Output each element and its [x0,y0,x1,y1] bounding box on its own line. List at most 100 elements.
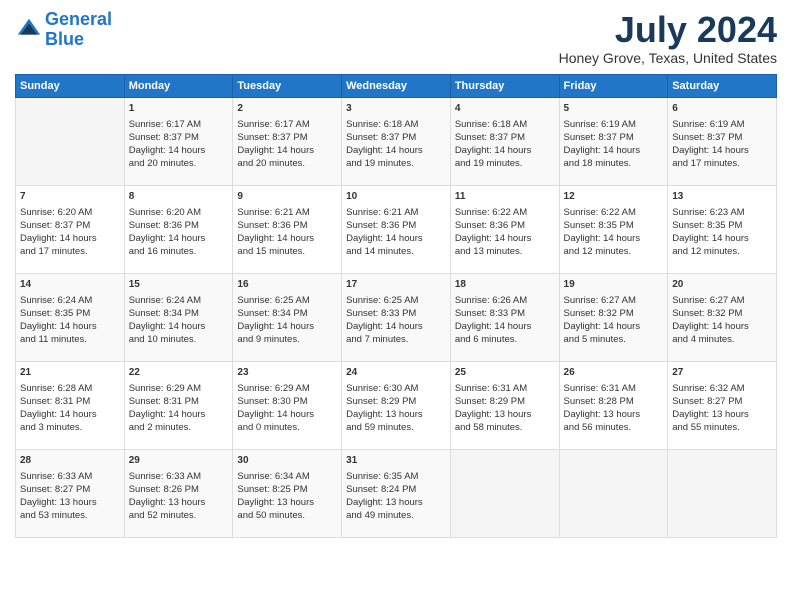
day-info: Sunset: 8:37 PM [346,131,446,144]
day-info: Daylight: 14 hours [20,232,120,245]
day-info: Sunrise: 6:21 AM [237,206,337,219]
day-info: and 12 minutes. [564,245,664,258]
day-info: Sunset: 8:32 PM [672,307,772,320]
day-cell: 10 Sunrise: 6:21 AMSunset: 8:36 PMDayligh… [342,185,451,273]
day-info: Sunset: 8:29 PM [455,395,555,408]
day-info: Sunrise: 6:33 AM [129,470,229,483]
day-number: 17 [346,278,446,292]
day-info: and 49 minutes. [346,509,446,522]
day-info: and 20 minutes. [237,157,337,170]
day-info: Sunset: 8:26 PM [129,483,229,496]
day-info: Sunrise: 6:34 AM [237,470,337,483]
day-info: Daylight: 14 hours [129,232,229,245]
day-cell: 8Sunrise: 6:20 AMSunset: 8:36 PMDaylight… [124,185,233,273]
day-info: Daylight: 14 hours [672,144,772,157]
day-cell [450,449,559,537]
day-info: and 4 minutes. [672,333,772,346]
day-info: and 12 minutes. [672,245,772,258]
day-info: and 9 minutes. [237,333,337,346]
day-number: 9 [237,190,337,204]
header: General Blue July 2024 Honey Grove, Texa… [15,10,777,66]
day-info: Sunset: 8:35 PM [564,219,664,232]
day-info: Sunset: 8:37 PM [455,131,555,144]
day-info: Daylight: 14 hours [455,232,555,245]
day-info: Daylight: 14 hours [455,320,555,333]
day-info: Sunrise: 6:24 AM [20,294,120,307]
day-number: 3 [346,102,446,116]
logo-icon [15,16,43,44]
day-number: 5 [564,102,664,116]
day-number: 2 [237,102,337,116]
day-cell: 16Sunrise: 6:25 AMSunset: 8:34 PMDayligh… [233,273,342,361]
day-number: 16 [237,278,337,292]
day-info: Sunrise: 6:22 AM [564,206,664,219]
day-cell: 1Sunrise: 6:17 AMSunset: 8:37 PMDaylight… [124,97,233,185]
day-info: Sunrise: 6:27 AM [564,294,664,307]
day-cell [16,97,125,185]
day-cell: 11Sunrise: 6:22 AMSunset: 8:36 PMDayligh… [450,185,559,273]
day-cell: 21Sunrise: 6:28 AMSunset: 8:31 PMDayligh… [16,361,125,449]
day-number: 30 [237,454,337,468]
day-info: Daylight: 13 hours [129,496,229,509]
day-number: 26 [564,366,664,380]
day-info: and 17 minutes. [20,245,120,258]
header-cell-saturday: Saturday [668,74,777,97]
day-info: and 13 minutes. [455,245,555,258]
day-info: Sunset: 8:31 PM [20,395,120,408]
day-info: Sunrise: 6:18 AM [455,118,555,131]
day-info: and 0 minutes. [237,421,337,434]
day-info: and 3 minutes. [20,421,120,434]
day-info: Daylight: 14 hours [564,320,664,333]
day-info: Daylight: 13 hours [237,496,337,509]
day-info: Sunset: 8:29 PM [346,395,446,408]
day-info: and 53 minutes. [20,509,120,522]
day-info: and 19 minutes. [455,157,555,170]
logo: General Blue [15,10,112,50]
day-info: Sunrise: 6:24 AM [129,294,229,307]
day-number: 31 [346,454,446,468]
day-number: 10 [346,190,446,204]
day-info: Sunrise: 6:21 AM [346,206,446,219]
day-info: Sunrise: 6:23 AM [672,206,772,219]
day-cell [559,449,668,537]
month-year: July 2024 [559,10,777,50]
day-info: and 58 minutes. [455,421,555,434]
day-cell: 3Sunrise: 6:18 AMSunset: 8:37 PMDaylight… [342,97,451,185]
day-cell: 5Sunrise: 6:19 AMSunset: 8:37 PMDaylight… [559,97,668,185]
logo-blue: Blue [45,29,84,49]
title-block: July 2024 Honey Grove, Texas, United Sta… [559,10,777,66]
day-info: Sunrise: 6:27 AM [672,294,772,307]
day-info: Daylight: 14 hours [346,232,446,245]
day-info: Sunset: 8:35 PM [20,307,120,320]
day-number: 6 [672,102,772,116]
header-cell-monday: Monday [124,74,233,97]
day-info: Sunrise: 6:20 AM [20,206,120,219]
day-info: Daylight: 14 hours [564,232,664,245]
day-cell: 15Sunrise: 6:24 AMSunset: 8:34 PMDayligh… [124,273,233,361]
day-info: Daylight: 13 hours [346,496,446,509]
header-cell-friday: Friday [559,74,668,97]
week-row-2: 7Sunrise: 6:20 AMSunset: 8:37 PMDaylight… [16,185,777,273]
day-info: Sunrise: 6:19 AM [564,118,664,131]
day-number: 11 [455,190,555,204]
day-info: Sunrise: 6:29 AM [237,382,337,395]
day-info: Sunset: 8:34 PM [237,307,337,320]
day-info: Sunrise: 6:22 AM [455,206,555,219]
day-info: Sunset: 8:36 PM [346,219,446,232]
day-info: Sunset: 8:25 PM [237,483,337,496]
day-number: 18 [455,278,555,292]
day-info: Daylight: 13 hours [346,408,446,421]
day-info: Sunrise: 6:17 AM [129,118,229,131]
day-cell [668,449,777,537]
day-info: Sunrise: 6:30 AM [346,382,446,395]
day-cell: 22Sunrise: 6:29 AMSunset: 8:31 PMDayligh… [124,361,233,449]
day-info: Daylight: 14 hours [564,144,664,157]
day-number: 22 [129,366,229,380]
day-info: Sunset: 8:35 PM [672,219,772,232]
day-info: Sunrise: 6:31 AM [564,382,664,395]
day-number: 28 [20,454,120,468]
day-info: and 2 minutes. [129,421,229,434]
day-info: Daylight: 14 hours [20,320,120,333]
day-info: Sunset: 8:34 PM [129,307,229,320]
day-info: Daylight: 14 hours [672,320,772,333]
